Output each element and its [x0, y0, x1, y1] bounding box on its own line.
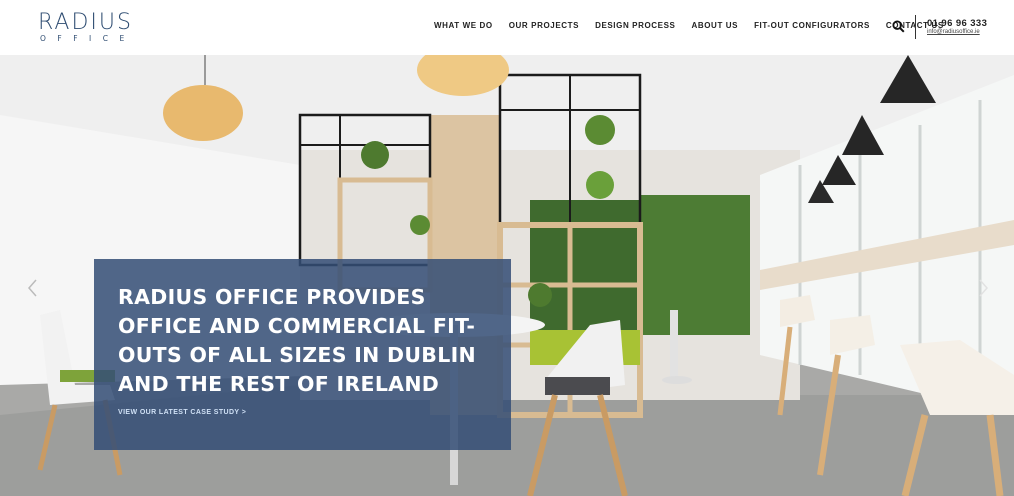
- chevron-left-icon[interactable]: [24, 276, 42, 300]
- logo-wordmark: RADIUS: [38, 10, 133, 35]
- chevron-right-icon[interactable]: [974, 276, 992, 300]
- search-icon[interactable]: [892, 20, 905, 33]
- nav-item-our-projects[interactable]: OUR PROJECTS: [509, 21, 579, 30]
- case-study-link[interactable]: VIEW OUR LATEST CASE STUDY >: [118, 409, 246, 416]
- phone-number[interactable]: 01 96 96 333: [927, 18, 987, 29]
- logo[interactable]: RADIUS OFFICE: [38, 10, 138, 46]
- nav-item-about-us[interactable]: ABOUT US: [691, 21, 738, 30]
- hero-caption: RADIUS OFFICE PROVIDES OFFICE AND COMMER…: [94, 259, 511, 450]
- hero-title: RADIUS OFFICE PROVIDES OFFICE AND COMMER…: [118, 285, 476, 396]
- site-header: RADIUS OFFICE WHAT WE DO OUR PROJECTS DE…: [0, 0, 1014, 55]
- nav-item-design-process[interactable]: DESIGN PROCESS: [595, 21, 675, 30]
- main-nav: WHAT WE DO OUR PROJECTS DESIGN PROCESS A…: [434, 21, 960, 30]
- email-link[interactable]: info@radiusoffice.ie: [927, 29, 980, 35]
- nav-item-fit-out-configurators[interactable]: FIT-OUT CONFIGURATORS: [754, 21, 870, 30]
- header-divider: [915, 15, 916, 39]
- nav-item-what-we-do[interactable]: WHAT WE DO: [434, 21, 493, 30]
- logo-subtitle: OFFICE: [40, 34, 136, 43]
